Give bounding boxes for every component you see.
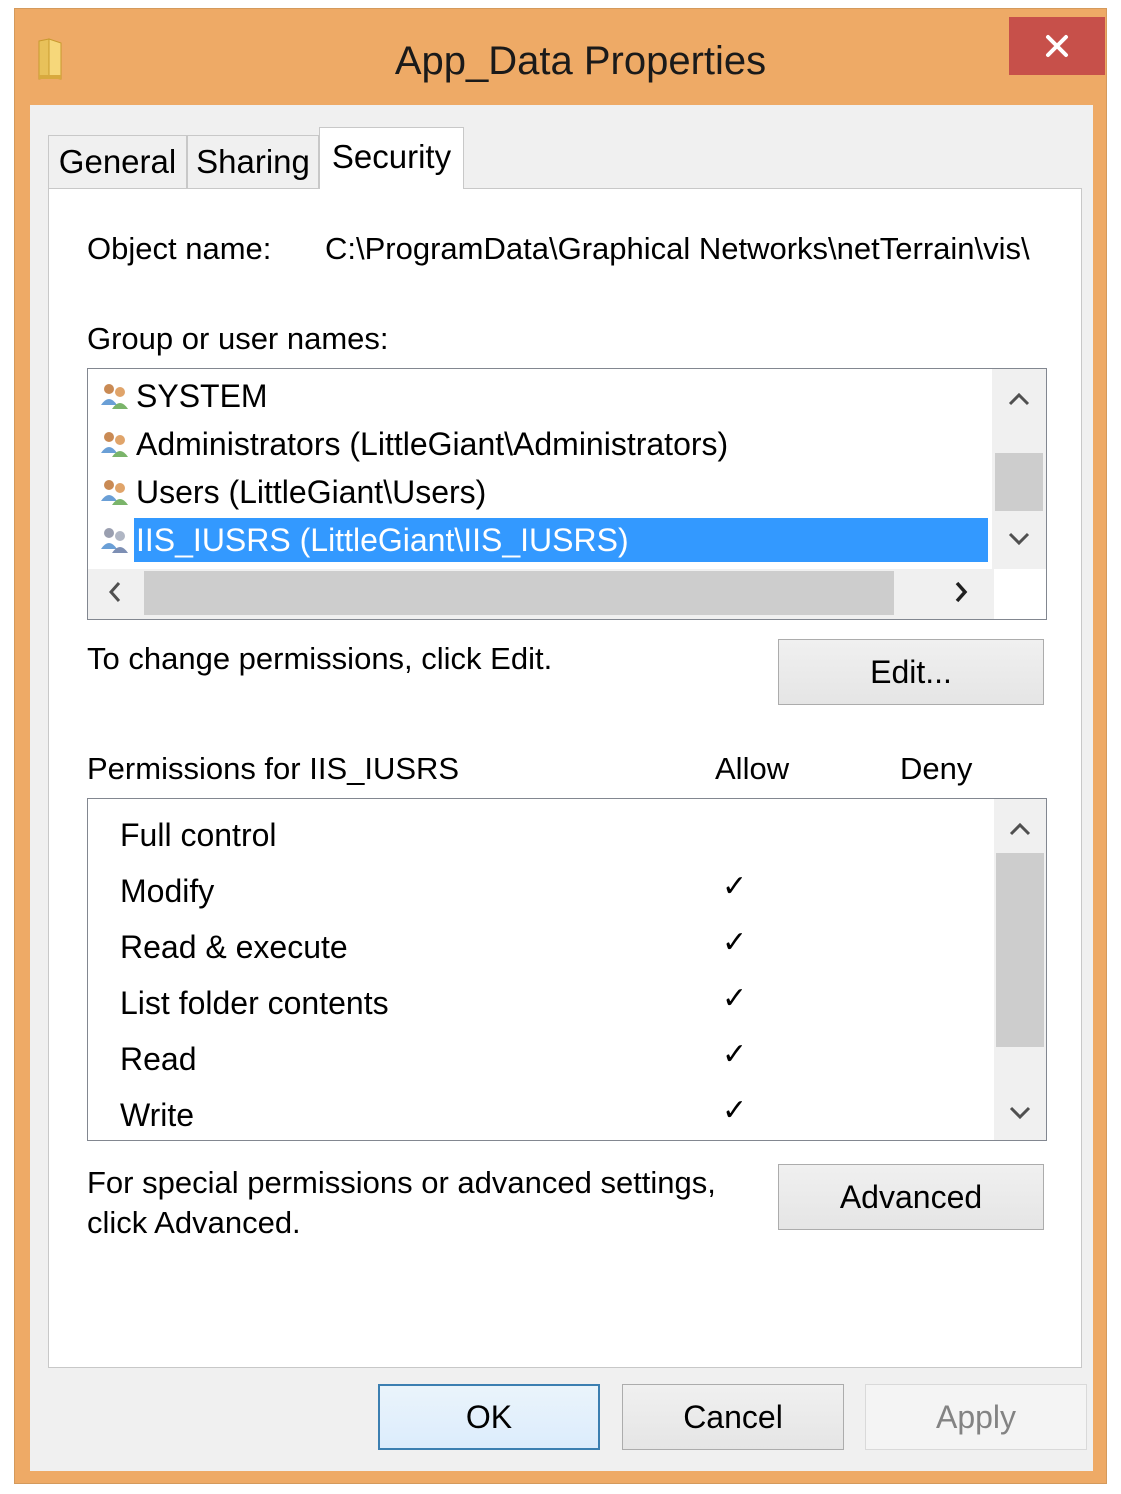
allow-checkmark-icon: ✓ bbox=[722, 1038, 748, 1071]
scrollbar-thumb[interactable] bbox=[144, 571, 894, 615]
permission-write: Write bbox=[120, 1097, 195, 1133]
group-user-list[interactable]: SYSTEM Administrators (LittleGiant\Admin… bbox=[87, 368, 1047, 620]
permission-modify: Modify bbox=[120, 873, 215, 909]
users-group-icon bbox=[101, 432, 128, 457]
list-item-label: Users (LittleGiant\Users) bbox=[136, 474, 487, 510]
permission-full-control: Full control bbox=[120, 817, 277, 853]
tab-general[interactable]: General bbox=[48, 135, 187, 189]
dialog-client-area: General Sharing Security Object name: C:… bbox=[30, 105, 1093, 1471]
permission-list-folder-contents: List folder contents bbox=[120, 985, 389, 1021]
deny-column-header: Deny bbox=[900, 751, 973, 786]
group-names-label: Group or user names: bbox=[87, 321, 389, 356]
tab-security[interactable]: Security bbox=[319, 127, 464, 189]
tab-sharing[interactable]: Sharing bbox=[187, 135, 319, 189]
title-bar[interactable]: App_Data Properties bbox=[15, 9, 1106, 105]
scroll-left-arrow-icon[interactable] bbox=[92, 569, 138, 615]
cancel-button[interactable]: Cancel bbox=[622, 1384, 844, 1450]
list-item-system[interactable]: SYSTEM bbox=[98, 374, 272, 418]
security-tab-panel: Object name: C:\ProgramData\Graphical Ne… bbox=[48, 188, 1082, 1368]
permissions-vertical-scrollbar[interactable] bbox=[994, 799, 1046, 1140]
permission-read: Read bbox=[120, 1041, 197, 1077]
group-list-vertical-scrollbar[interactable] bbox=[992, 369, 1046, 569]
list-item-administrators[interactable]: Administrators (LittleGiant\Administrato… bbox=[98, 422, 732, 466]
object-name-value: C:\ProgramData\Graphical Networks\netTer… bbox=[325, 231, 1030, 266]
object-name-label: Object name: bbox=[87, 231, 272, 266]
scroll-down-arrow-icon[interactable] bbox=[994, 1091, 1046, 1135]
list-item-label: Administrators (LittleGiant\Administrato… bbox=[136, 426, 729, 462]
allow-checkmark-icon: ✓ bbox=[722, 926, 748, 959]
scrollbar-thumb[interactable] bbox=[996, 853, 1044, 1047]
users-group-icon bbox=[101, 384, 128, 409]
properties-window: App_Data Properties General Sharing Secu… bbox=[14, 8, 1107, 1484]
scrollbar-thumb[interactable] bbox=[995, 453, 1043, 511]
advanced-hint-line1: For special permissions or advanced sett… bbox=[87, 1165, 716, 1200]
list-item-users[interactable]: Users (LittleGiant\Users) bbox=[98, 470, 490, 514]
scroll-up-arrow-icon[interactable] bbox=[992, 377, 1046, 421]
advanced-button[interactable]: Advanced bbox=[778, 1164, 1044, 1230]
window-title: App_Data Properties bbox=[394, 39, 767, 83]
list-item-iis-iusrs[interactable]: IIS_IUSRS (LittleGiant\IIS_IUSRS) bbox=[98, 518, 988, 562]
allow-checkmark-icon: ✓ bbox=[722, 870, 748, 903]
permission-read-execute: Read & execute bbox=[120, 929, 348, 965]
scroll-right-arrow-icon[interactable] bbox=[938, 569, 984, 615]
allow-checkmark-icon: ✓ bbox=[722, 982, 748, 1015]
apply-button[interactable]: Apply bbox=[865, 1384, 1087, 1450]
scroll-down-arrow-icon[interactable] bbox=[992, 517, 1046, 561]
list-item-label: IIS_IUSRS (LittleGiant\IIS_IUSRS) bbox=[134, 518, 988, 562]
scroll-up-arrow-icon[interactable] bbox=[994, 807, 1046, 851]
ok-button[interactable]: OK bbox=[378, 1384, 600, 1450]
permissions-header: Permissions for IIS_IUSRS bbox=[87, 751, 460, 786]
permissions-list[interactable]: Full control Modify Read & execute List … bbox=[87, 798, 1047, 1141]
allow-column-header: Allow bbox=[715, 751, 790, 786]
allow-checkmark-icon: ✓ bbox=[722, 1094, 748, 1127]
edit-button[interactable]: Edit... bbox=[778, 639, 1044, 705]
list-item-label: SYSTEM bbox=[136, 378, 268, 414]
close-button[interactable] bbox=[1009, 17, 1105, 75]
users-group-icon bbox=[101, 528, 128, 553]
advanced-hint-line2: click Advanced. bbox=[87, 1205, 301, 1240]
users-group-icon bbox=[101, 480, 128, 505]
group-list-horizontal-scrollbar[interactable] bbox=[88, 569, 994, 619]
close-icon bbox=[1046, 35, 1068, 57]
edit-hint-text: To change permissions, click Edit. bbox=[87, 641, 553, 676]
